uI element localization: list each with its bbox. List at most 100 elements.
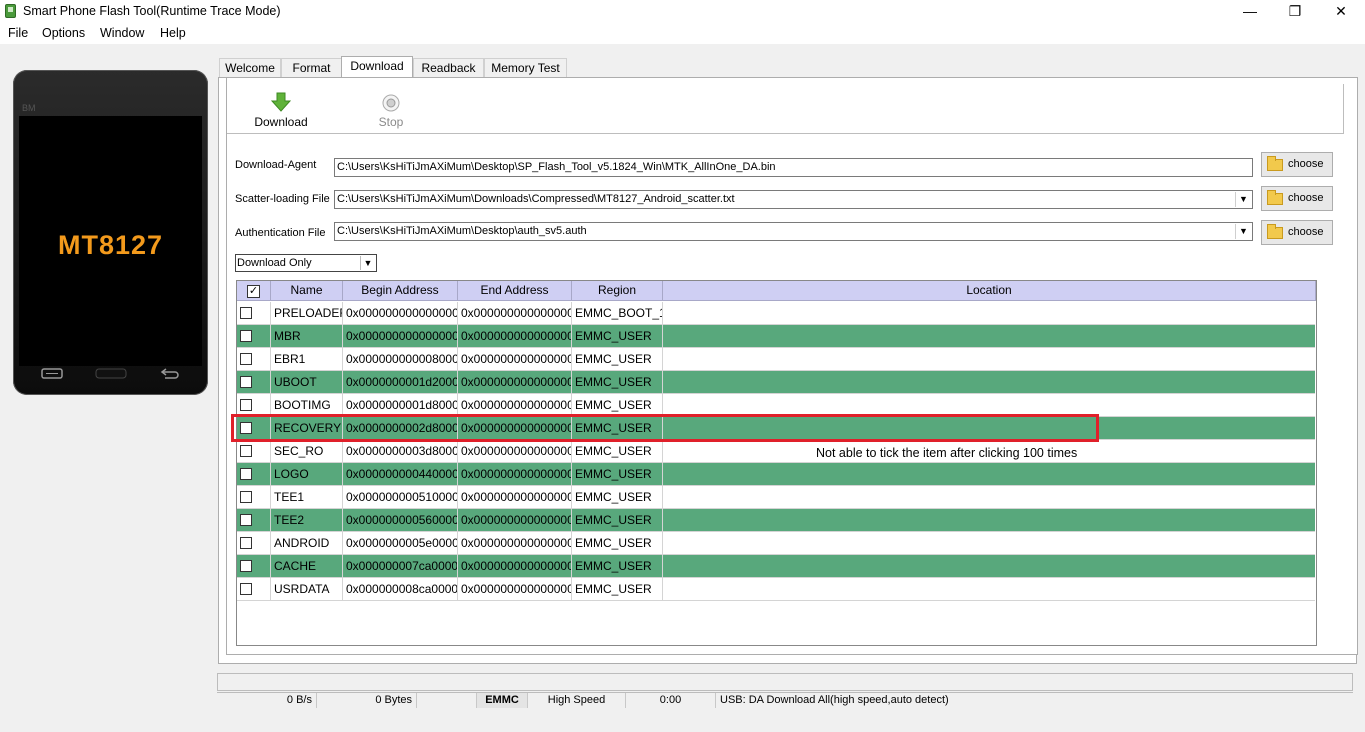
cell-region: EMMC_USER: [572, 394, 663, 416]
tab-memory-test[interactable]: Memory Test: [484, 58, 567, 77]
cell-location[interactable]: [663, 555, 1315, 577]
table-row[interactable]: LOGO 0x0000000004400000 0x0000000000000000…: [237, 463, 1315, 486]
cell-checkbox: [237, 509, 271, 531]
cell-location[interactable]: [663, 325, 1315, 347]
menu-file[interactable]: File: [8, 26, 28, 40]
scatter-file-path: C:\Users\KsHiTiJmAXiMum\Downloads\Compre…: [337, 193, 735, 205]
table-row[interactable]: ANDROID 0x0000000005e00000 0x0000000000000…: [237, 532, 1315, 555]
download-agent-label: Download-Agent: [235, 159, 317, 171]
auth-file-field[interactable]: C:\Users\KsHiTiJmAXiMum\Desktop\auth_sv5…: [334, 222, 1253, 241]
cell-location[interactable]: [663, 578, 1315, 600]
table-row[interactable]: USRDATA 0x000000008ca00000 0x0000000000000…: [237, 578, 1315, 601]
cell-location[interactable]: [663, 486, 1315, 508]
cell-name: SEC_RO: [271, 440, 343, 462]
download-button[interactable]: Download: [252, 92, 310, 129]
table-row[interactable]: MBR 0x0000000000000000 0x0000000000000000 E…: [237, 325, 1315, 348]
cell-begin-address: 0x0000000001d20000: [343, 371, 458, 393]
cell-checkbox: [237, 348, 271, 370]
cell-location[interactable]: [663, 348, 1315, 370]
tab-format[interactable]: Format: [281, 58, 342, 77]
cell-end-address: 0x0000000000000000: [458, 394, 572, 416]
cell-end-address: 0x0000000000000000: [458, 509, 572, 531]
table-row[interactable]: TEE1 0x0000000005100000 0x0000000000000000…: [237, 486, 1315, 509]
cell-region: EMMC_USER: [572, 440, 663, 462]
cell-name: USRDATA: [271, 578, 343, 600]
folder-icon: [1267, 190, 1283, 205]
auth-choose-button[interactable]: choose: [1261, 220, 1333, 245]
row-checkbox[interactable]: [240, 560, 252, 572]
tab-welcome[interactable]: Welcome: [219, 58, 281, 77]
tab-download[interactable]: Download: [341, 56, 413, 78]
status-speed: 0 B/s: [217, 693, 317, 708]
cell-end-address: 0x0000000000000000: [458, 578, 572, 600]
cell-end-address: 0x0000000000000000: [458, 555, 572, 577]
table-row[interactable]: PRELOADER 0x0000000000000000 0x00000000000…: [237, 302, 1315, 325]
cell-region: EMMC_USER: [572, 463, 663, 485]
table-row[interactable]: SEC_RO 0x0000000003d80000 0x00000000000000…: [237, 440, 1315, 463]
cell-location[interactable]: [663, 302, 1315, 324]
download-agent-choose-button[interactable]: choose: [1261, 152, 1333, 177]
table-row[interactable]: EBR1 0x0000000000080000 0x0000000000000000…: [237, 348, 1315, 371]
table-row[interactable]: TEE2 0x0000000005600000 0x0000000000000000…: [237, 509, 1315, 532]
cell-location[interactable]: [663, 509, 1315, 531]
scatter-choose-button[interactable]: choose: [1261, 186, 1333, 211]
chevron-down-icon[interactable]: ▼: [1235, 192, 1251, 207]
cell-begin-address: 0x0000000001d80000: [343, 394, 458, 416]
header-location: Location: [663, 281, 1316, 301]
cell-name: MBR: [271, 325, 343, 347]
menu-window[interactable]: Window: [100, 26, 144, 40]
select-all-checkbox[interactable]: ✓: [247, 285, 260, 298]
row-checkbox[interactable]: [240, 307, 252, 319]
download-button-label: Download: [254, 115, 308, 129]
cell-region: EMMC_BOOT_1: [572, 302, 663, 324]
cell-name: TEE2: [271, 509, 343, 531]
row-checkbox[interactable]: [240, 330, 252, 342]
menu-help[interactable]: Help: [160, 26, 186, 40]
table-row[interactable]: UBOOT 0x0000000001d20000 0x000000000000000…: [237, 371, 1315, 394]
header-region: Region: [572, 281, 663, 301]
cell-begin-address: 0x000000008ca00000: [343, 578, 458, 600]
cell-region: EMMC_USER: [572, 555, 663, 577]
table-row[interactable]: CACHE 0x000000007ca00000 0x000000000000000…: [237, 555, 1315, 578]
cell-checkbox: [237, 555, 271, 577]
cell-name: ANDROID: [271, 532, 343, 554]
stop-button[interactable]: Stop: [370, 94, 412, 129]
row-checkbox[interactable]: [240, 491, 252, 503]
maximize-button[interactable]: ❐: [1272, 0, 1318, 23]
row-checkbox[interactable]: [240, 583, 252, 595]
download-mode-select[interactable]: Download Only ▼: [235, 254, 377, 272]
cell-location[interactable]: [663, 371, 1315, 393]
row-checkbox[interactable]: [240, 353, 252, 365]
row-checkbox[interactable]: [240, 468, 252, 480]
cell-begin-address: 0x0000000000000000: [343, 325, 458, 347]
chevron-down-icon[interactable]: ▼: [1235, 224, 1251, 239]
status-time: 0:00: [626, 693, 716, 708]
status-storage: EMMC: [477, 693, 528, 708]
row-checkbox[interactable]: [240, 537, 252, 549]
minimize-button[interactable]: —: [1227, 0, 1273, 23]
menu-options[interactable]: Options: [42, 26, 85, 40]
stop-button-label: Stop: [378, 115, 404, 129]
row-checkbox[interactable]: [240, 399, 252, 411]
cell-location[interactable]: [663, 463, 1315, 485]
row-checkbox[interactable]: [240, 514, 252, 526]
cell-checkbox: [237, 532, 271, 554]
scatter-file-field[interactable]: C:\Users\KsHiTiJmAXiMum\Downloads\Compre…: [334, 190, 1253, 209]
folder-icon: [1267, 224, 1283, 239]
chevron-down-icon[interactable]: ▼: [360, 256, 375, 270]
cell-location[interactable]: [663, 532, 1315, 554]
download-agent-field[interactable]: C:\Users\KsHiTiJmAXiMum\Desktop\SP_Flash…: [334, 158, 1253, 177]
tab-readback[interactable]: Readback: [413, 58, 484, 77]
close-button[interactable]: ✕: [1318, 0, 1364, 23]
cell-begin-address: 0x0000000000080000: [343, 348, 458, 370]
cell-begin-address: 0x0000000000000000: [343, 302, 458, 324]
cell-region: EMMC_USER: [572, 486, 663, 508]
cell-location[interactable]: [663, 394, 1315, 416]
phone-model: MT8127: [57, 230, 164, 260]
progress-bar: [217, 673, 1353, 691]
row-checkbox[interactable]: [240, 376, 252, 388]
cell-end-address: 0x0000000000000000: [458, 532, 572, 554]
row-checkbox[interactable]: [240, 445, 252, 457]
cell-end-address: 0x0000000000000000: [458, 486, 572, 508]
cell-checkbox: [237, 394, 271, 416]
